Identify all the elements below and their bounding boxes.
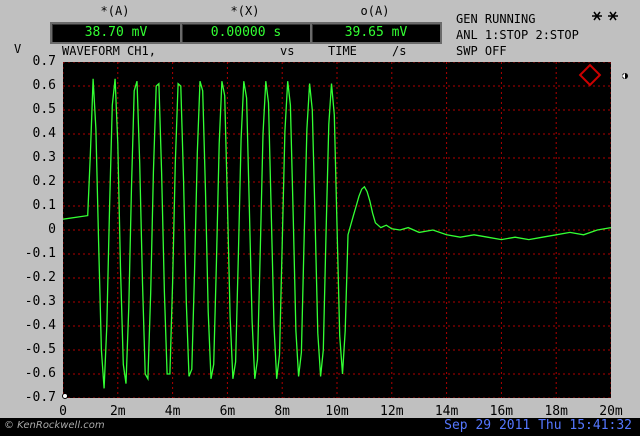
y-tick-label: 0.1 (32, 198, 56, 213)
marker-x-label: *(X) (230, 4, 260, 18)
marker-a-readout: 38.70 mV (50, 22, 182, 44)
unit-per-s: /s (392, 44, 407, 58)
status-anl: ANL 1:STOP 2:STOP (456, 28, 579, 42)
y-tick-label: -0.6 (24, 366, 56, 381)
x-tick-label: 12m (380, 404, 404, 419)
status-gen: GEN RUNNING (456, 12, 536, 26)
marker-oa-readout: 39.65 mV (310, 22, 442, 44)
y-tick-label: -0.5 (24, 342, 56, 357)
x-tick-label: 0 (59, 404, 67, 419)
datetime-stamp: Sep 29 2011 Thu 15:41:32 (444, 418, 632, 433)
y-tick-label: 0.4 (32, 126, 56, 141)
y-tick-label: -0.1 (24, 246, 56, 261)
x-tick-label: 18m (544, 404, 568, 419)
logo-icon (578, 63, 602, 87)
waveform-chart (62, 61, 612, 399)
y-tick-label: 0.5 (32, 102, 56, 117)
cursor-marker-icon[interactable] (62, 384, 68, 403)
y-tick-label: -0.3 (24, 294, 56, 309)
y-tick-label: 0.2 (32, 174, 56, 189)
time-label: TIME (328, 44, 357, 58)
scroll-indicator-icon[interactable] (620, 66, 630, 79)
x-tick-label: 8m (274, 404, 291, 419)
y-tick-label: 0.6 (32, 78, 56, 93)
unit-vs: vs (280, 44, 295, 58)
credit-watermark: © KenRockwell.com (4, 420, 105, 431)
y-tick-label: -0.7 (24, 390, 56, 405)
y-tick-label: -0.4 (24, 318, 56, 333)
x-tick-label: 20m (599, 404, 623, 419)
link-icon[interactable] (590, 8, 626, 26)
y-tick-label: 0.7 (32, 54, 56, 69)
waveform-trace (62, 78, 612, 389)
status-swp: SWP OFF (456, 44, 507, 58)
waveform-label: WAVEFORM CH1, (62, 44, 156, 58)
y-tick-label: 0.3 (32, 150, 56, 165)
x-tick-label: 4m (164, 404, 181, 419)
x-tick-label: 16m (489, 404, 514, 419)
x-tick-label: 6m (219, 404, 236, 419)
marker-x-readout: 0.00000 s (180, 22, 312, 44)
x-tick-label: 10m (325, 404, 349, 419)
x-tick-label: 14m (434, 404, 459, 419)
y-tick-label: -0.2 (24, 270, 56, 285)
plot-area (62, 61, 612, 399)
x-tick-label: 2m (109, 404, 126, 419)
marker-oa-label: o(A) (360, 4, 390, 18)
y-tick-label: 0 (48, 222, 56, 237)
marker-a-label: *(A) (100, 4, 130, 18)
